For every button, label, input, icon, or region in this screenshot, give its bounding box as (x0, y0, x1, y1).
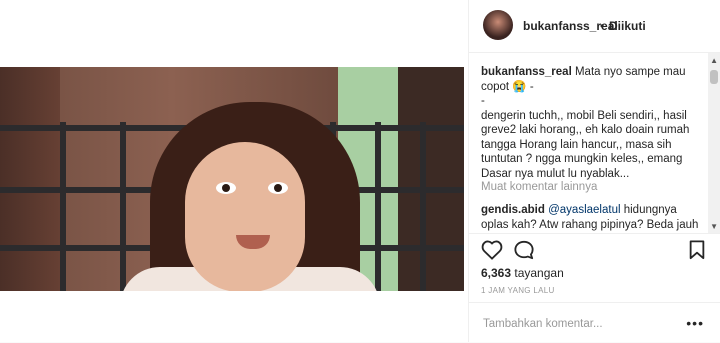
fence-bar (375, 122, 381, 291)
video-background-right (398, 67, 464, 291)
comment-bubble-icon[interactable] (513, 240, 535, 265)
post-header: bukanfanss_real • Diikuti (469, 0, 720, 53)
follow-status-button[interactable]: Diikuti (609, 19, 646, 33)
header-separator: • (600, 19, 605, 33)
crying-emoji: 😭 (512, 80, 527, 93)
scroll-up-arrow-icon[interactable]: ▲ (710, 56, 718, 65)
caption-body: dengerin tuchh,, mobil Beli sendiri,, ha… (481, 109, 690, 180)
fence-bar (420, 122, 426, 291)
instagram-post-modal: bukanfanss_real • Diikuti bukanfanss_rea… (0, 0, 720, 342)
person-face (185, 142, 305, 291)
more-options-icon[interactable]: ••• (686, 315, 704, 331)
fence-bar (120, 122, 126, 291)
fence-bar (60, 122, 66, 291)
add-comment-input[interactable] (481, 317, 675, 331)
post-timestamp[interactable]: 1 JAM YANG LALU (481, 286, 555, 295)
view-count[interactable]: 6,363 tayangan (481, 266, 564, 280)
comment-item: gendis.abid @ayaslaelatul hidungnya opla… (481, 203, 701, 232)
caption: bukanfanss_real Mata nyo sampe mau copot… (481, 65, 701, 181)
action-bar (469, 233, 720, 264)
person-eye (268, 182, 288, 194)
heart-icon[interactable] (481, 240, 503, 265)
view-count-label: tayangan (514, 266, 564, 280)
caption-dash: - (526, 80, 534, 93)
bookmark-icon[interactable] (688, 240, 706, 265)
comments-list[interactable]: bukanfanss_real Mata nyo sampe mau copot… (469, 53, 720, 233)
caption-dash-line: - (481, 95, 485, 107)
view-count-number: 6,363 (481, 266, 512, 280)
comment-mention[interactable]: @ayaslaelatul (548, 204, 620, 216)
post-sidebar: bukanfanss_real • Diikuti bukanfanss_rea… (469, 0, 720, 342)
scroll-down-arrow-icon[interactable]: ▼ (710, 222, 718, 231)
video-player[interactable] (0, 67, 464, 291)
scrollbar-thumb[interactable] (710, 70, 718, 84)
comment-username[interactable]: gendis.abid (481, 204, 545, 216)
load-more-comments-link[interactable]: Muat komentar lainnya (481, 181, 597, 193)
comments-scrollbar[interactable]: ▲ ▼ (708, 53, 720, 233)
person-eye (216, 182, 236, 194)
media-panel (0, 0, 469, 342)
add-comment-section: ••• (469, 302, 720, 343)
avatar[interactable] (483, 10, 513, 40)
caption-username[interactable]: bukanfanss_real (481, 66, 572, 78)
